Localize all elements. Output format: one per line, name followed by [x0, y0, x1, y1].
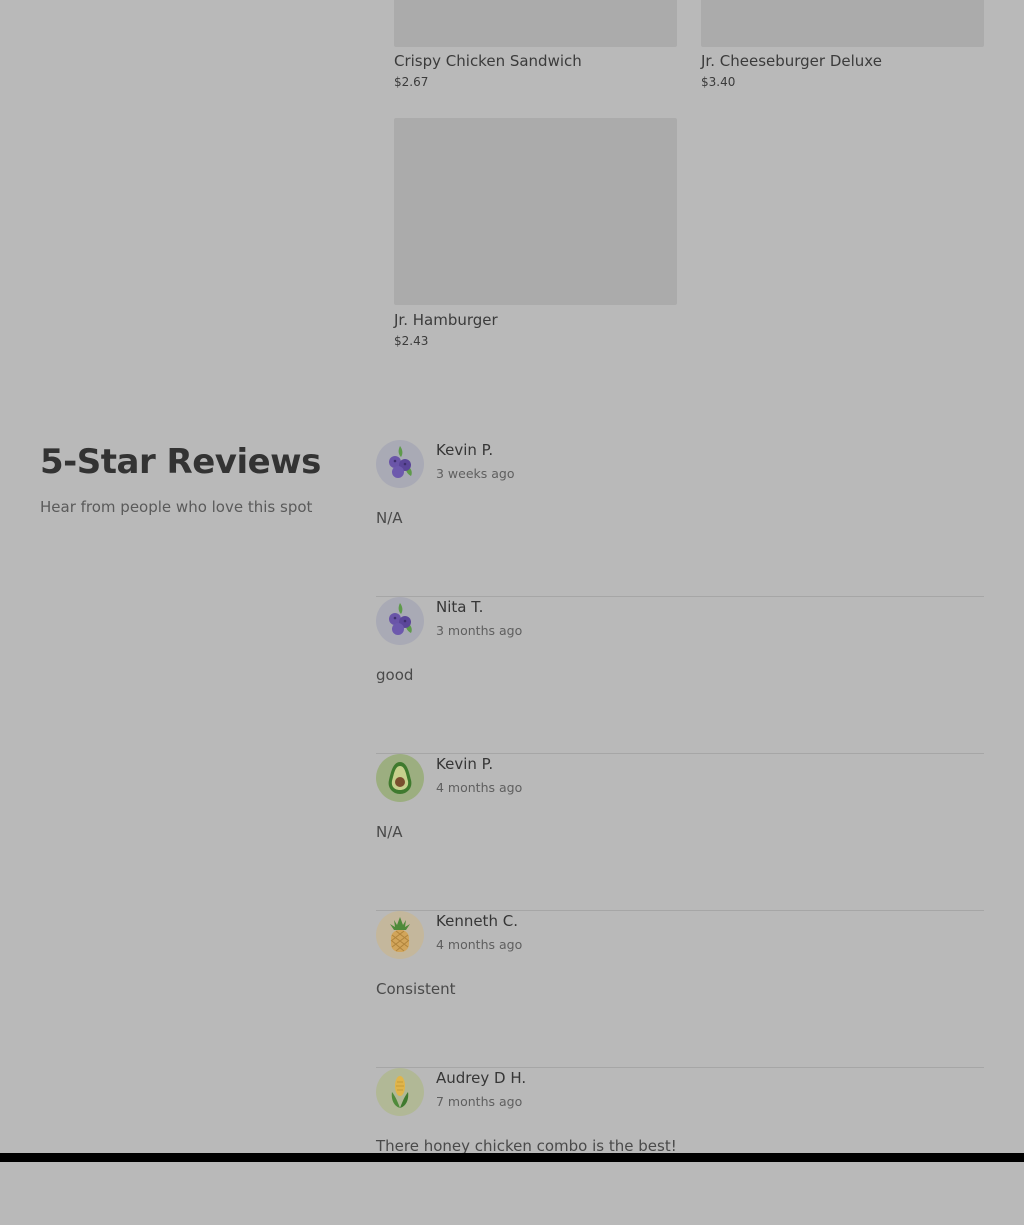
- review-text: Consistent: [376, 980, 456, 998]
- reviews-subtitle: Hear from people who love this spot: [40, 498, 313, 516]
- corn-icon: [391, 1076, 409, 1108]
- review-text: N/A: [376, 823, 403, 841]
- menu-item-jr-hamburger[interactable]: Jr. Hamburger $2.43: [394, 118, 677, 348]
- review-card: Audrey D H. 7 months ago There honey chi…: [376, 1068, 984, 1225]
- reviewer-name: Kenneth C.: [436, 912, 518, 930]
- avatar: [376, 597, 424, 645]
- review-time: 4 months ago: [436, 937, 523, 952]
- menu-item-name: Crispy Chicken Sandwich: [394, 52, 582, 70]
- menu-item-image[interactable]: [394, 118, 677, 305]
- menu-item-name: Jr. Hamburger: [394, 311, 498, 329]
- blueberry-icon: [389, 603, 412, 635]
- review-time: 7 months ago: [436, 1094, 523, 1109]
- reviewer-name: Nita T.: [436, 598, 484, 616]
- avatar: [376, 440, 424, 488]
- review-card: Nita T. 3 months ago good: [376, 597, 984, 754]
- review-text: N/A: [376, 509, 403, 527]
- menu-item-price: $3.40: [701, 75, 736, 89]
- pineapple-icon: [390, 917, 410, 952]
- reviewer-name: Kevin P.: [436, 755, 494, 773]
- menu-item-price: $2.67: [394, 75, 429, 89]
- review-text: good: [376, 666, 414, 684]
- review-time: 3 months ago: [436, 623, 523, 638]
- reviewer-name: Kevin P.: [436, 441, 494, 459]
- review-card: Kenneth C. 4 months ago Consistent: [376, 911, 984, 1068]
- review-card: Kevin P. 4 months ago N/A: [376, 754, 984, 911]
- menu-item-jr-cheeseburger-deluxe[interactable]: Jr. Cheeseburger Deluxe $3.40: [701, 0, 984, 89]
- avatar: [376, 754, 424, 802]
- avocado-icon: [388, 762, 412, 794]
- review-time: 3 weeks ago: [436, 466, 515, 481]
- review-time: 4 months ago: [436, 780, 523, 795]
- menu-item-name: Jr. Cheeseburger Deluxe: [701, 52, 882, 70]
- bottom-bar: [0, 1153, 1024, 1162]
- reviewer-name: Audrey D H.: [436, 1069, 527, 1087]
- avatar: [376, 911, 424, 959]
- avatar: [376, 1068, 424, 1116]
- review-card: Kevin P. 3 weeks ago N/A: [376, 440, 984, 597]
- menu-item-image[interactable]: [701, 0, 984, 47]
- menu-item-crispy-chicken-sandwich[interactable]: Crispy Chicken Sandwich $2.67: [394, 0, 677, 89]
- menu-item-price: $2.43: [394, 334, 429, 348]
- reviews-title: 5-Star Reviews: [40, 442, 321, 482]
- blueberry-icon: [389, 446, 412, 478]
- menu-item-image[interactable]: [394, 0, 677, 47]
